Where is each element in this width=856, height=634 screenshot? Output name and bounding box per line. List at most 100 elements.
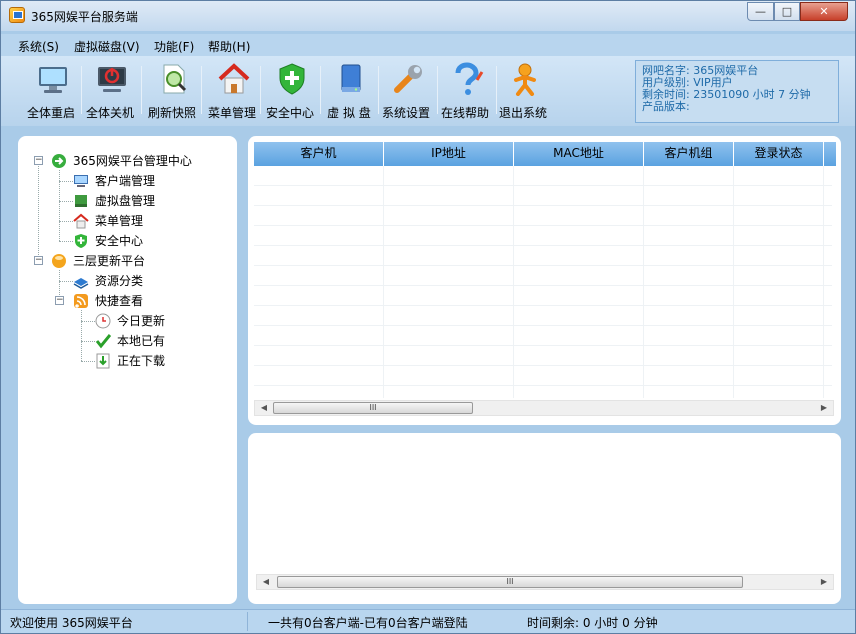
download-icon <box>96 353 110 369</box>
disk-icon <box>341 64 361 92</box>
minimize-button[interactable]: — <box>747 2 774 21</box>
table-row <box>254 246 832 266</box>
tree-line <box>81 310 82 361</box>
scroll-right-arrow[interactable]: ▶ <box>817 402 831 414</box>
checkmark-icon <box>95 334 111 349</box>
tree-collapse-toggle[interactable]: − <box>55 296 64 305</box>
shield-icon <box>279 63 305 95</box>
tree-label: 客户端管理 <box>95 174 156 188</box>
tree-label: 正在下载 <box>117 354 166 368</box>
tree-collapse-toggle[interactable]: − <box>34 156 43 165</box>
exit-system-label: 退出系统 <box>498 106 547 120</box>
security-center-button[interactable]: 安全中心 <box>260 56 320 124</box>
shield-icon <box>75 234 87 248</box>
product-version-text: 产品版本: <box>642 100 690 113</box>
tree-line <box>81 341 95 342</box>
column-header-client[interactable]: 客户机 <box>254 142 384 166</box>
tree-line <box>59 181 73 182</box>
menu-virtual-disk[interactable]: 虚拟磁盘(V) <box>74 38 140 55</box>
table-row <box>254 186 832 206</box>
table-body[interactable] <box>254 166 832 398</box>
log-panel: ◀ III ▶ <box>248 433 841 604</box>
status-bar: 欢迎使用 365网娱平台 一共有0台客户端-已有0台客户端登陆 时间剩余: 0 … <box>1 609 855 633</box>
scroll-thumb[interactable]: III <box>277 576 743 588</box>
toolbar: 全体重启 全体关机 刷新快照 菜单管理 安全中心 虚 拟 盘 系统设置 在线帮助… <box>1 56 855 126</box>
tree-label: 资源分类 <box>95 274 144 288</box>
table-row <box>254 266 832 286</box>
menu-help[interactable]: 帮助(H) <box>208 38 250 55</box>
column-header-ip[interactable]: IP地址 <box>384 142 514 166</box>
column-header-login-status[interactable]: 登录状态 <box>734 142 824 166</box>
tree-line <box>81 361 95 362</box>
main-window: 365网娱平台服务端 — □ ✕ 系统(S) 虚拟磁盘(V) 功能(F) 帮助(… <box>0 0 856 634</box>
restart-all-button[interactable]: 全体重启 <box>21 56 81 124</box>
exit-system-button[interactable]: 退出系统 <box>493 56 553 124</box>
table-row <box>254 326 832 346</box>
tree-line <box>38 161 39 261</box>
table-row <box>254 286 832 306</box>
shutdown-all-button[interactable]: 全体关机 <box>80 56 140 124</box>
table-header: 客户机 IP地址 MAC地址 客户机组 登录状态 <box>254 142 836 166</box>
table-horizontal-scrollbar[interactable]: ◀ III ▶ <box>254 400 834 416</box>
snapshot-icon <box>163 64 187 94</box>
arrow-right-icon <box>52 154 66 168</box>
app-logo-icon <box>9 7 25 23</box>
status-client-count: 一共有0台客户端-已有0台客户端登陆 <box>268 616 468 630</box>
orb-icon <box>52 254 66 268</box>
table-row <box>254 366 832 386</box>
table-row <box>254 226 832 246</box>
tree-label: 本地已有 <box>117 334 166 348</box>
column-header-filler <box>824 142 836 166</box>
tree-line <box>81 321 95 322</box>
menu-function[interactable]: 功能(F) <box>154 38 194 55</box>
status-separator <box>247 612 248 631</box>
close-button[interactable]: ✕ <box>800 2 848 21</box>
power-off-icon <box>98 67 126 92</box>
system-settings-button[interactable]: 系统设置 <box>376 56 436 124</box>
computer-icon <box>74 175 88 187</box>
license-info-box: 网吧名字: 365网娱平台 用户级别: VIP用户 剩余时间: 23501090… <box>635 60 839 123</box>
scroll-right-arrow[interactable]: ▶ <box>817 576 831 588</box>
tree-label: 菜单管理 <box>95 214 144 228</box>
rss-icon <box>74 294 88 308</box>
clock-icon <box>95 313 111 329</box>
table-row <box>254 306 832 326</box>
tree-label: 365网娱平台管理中心 <box>73 154 192 168</box>
tree-label: 安全中心 <box>95 234 144 248</box>
navigation-tree: − 365网娱平台管理中心 客户端管理 虚拟盘管理 菜单管理 安全中心 − 三层… <box>18 136 237 604</box>
house-icon <box>73 213 89 229</box>
tree-line <box>59 281 73 282</box>
exit-icon <box>514 63 536 96</box>
menu-system[interactable]: 系统(S) <box>18 38 59 55</box>
tree-label: 快捷查看 <box>95 294 144 308</box>
status-time-remaining: 时间剩余: 0 小时 0 分钟 <box>527 616 658 630</box>
scroll-left-arrow[interactable]: ◀ <box>259 576 273 588</box>
house-icon <box>218 63 250 94</box>
tree-line <box>59 201 73 202</box>
column-header-group[interactable]: 客户机组 <box>644 142 734 166</box>
scroll-left-arrow[interactable]: ◀ <box>257 402 271 414</box>
log-horizontal-scrollbar[interactable]: ◀ III ▶ <box>256 574 834 590</box>
disk-icon <box>75 195 87 207</box>
column-header-mac[interactable]: MAC地址 <box>514 142 644 166</box>
title-bar[interactable]: 365网娱平台服务端 — □ ✕ <box>1 1 855 31</box>
monitor-icon <box>39 67 67 93</box>
tree-collapse-toggle[interactable]: − <box>34 256 43 265</box>
books-icon <box>73 278 89 289</box>
menu-management-button[interactable]: 菜单管理 <box>202 56 262 124</box>
maximize-button[interactable]: □ <box>774 2 800 21</box>
status-welcome: 欢迎使用 365网娱平台 <box>10 616 133 630</box>
tree-line <box>59 241 73 242</box>
tree-label: 虚拟盘管理 <box>95 194 156 208</box>
online-help-button[interactable]: 在线帮助 <box>435 56 495 124</box>
table-row <box>254 166 832 186</box>
refresh-snapshot-button[interactable]: 刷新快照 <box>142 56 202 124</box>
table-row <box>254 206 832 226</box>
tree-label: 今日更新 <box>117 314 166 328</box>
scroll-thumb[interactable]: III <box>273 402 473 414</box>
client-table-panel: 客户机 IP地址 MAC地址 客户机组 登录状态 ◀ III ▶ <box>248 136 841 425</box>
tree-label: 三层更新平台 <box>73 254 146 268</box>
menu-bar: 系统(S) 虚拟磁盘(V) 功能(F) 帮助(H) <box>1 34 855 56</box>
table-row <box>254 346 832 366</box>
wrench-icon <box>394 65 422 93</box>
